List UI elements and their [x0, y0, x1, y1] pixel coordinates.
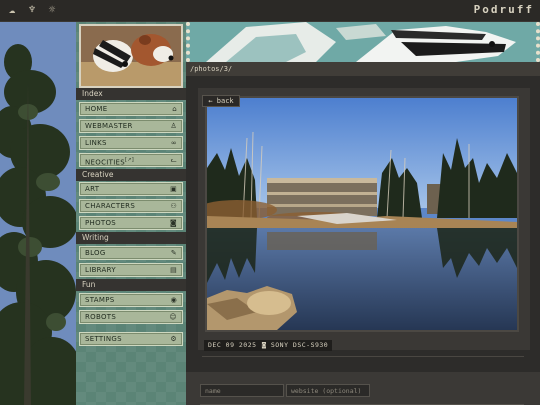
stamp-icon: ◉ — [170, 296, 177, 304]
quill-icon: ✎ — [170, 249, 177, 257]
section-creative: Creative — [76, 169, 186, 181]
banner-stamp — [186, 22, 540, 62]
nav-blog[interactable]: BLOG ✎ — [79, 246, 183, 260]
external-link-icon: [↗] — [125, 157, 135, 163]
nav-links-label: LINKS — [85, 139, 107, 147]
tree-illustration — [0, 22, 76, 405]
camera-info: ◙ SONY DSC-S930 — [258, 340, 333, 351]
back-button[interactable]: ← back — [202, 95, 240, 107]
camera-icon: ◙ — [169, 219, 177, 227]
tooth-icon[interactable]: ♆ — [26, 4, 38, 16]
lake-photo[interactable] — [205, 96, 519, 332]
nav-webmaster[interactable]: WEBMASTER ♙ — [79, 119, 183, 133]
nav-links[interactable]: LINKS ∞ — [79, 136, 183, 150]
home-icon: ⌂ — [172, 105, 177, 113]
people-icon: ⚇ — [170, 202, 177, 210]
nav-library[interactable]: LIBRARY ▤ — [79, 263, 183, 277]
avatar[interactable] — [79, 24, 183, 88]
nav-photos[interactable]: PHOTOS ◙ — [79, 216, 183, 230]
gear-icon: ⚙ — [170, 335, 177, 343]
image-icon: ▣ — [170, 185, 177, 193]
nav-library-label: LIBRARY — [85, 266, 116, 274]
nav-webmaster-label: WEBMASTER — [85, 122, 133, 130]
nav-robots-label: ROBOTS — [85, 313, 117, 321]
divider — [202, 356, 524, 357]
nav-neocities[interactable]: NEOCITIES[↗] ᓚ — [79, 153, 183, 167]
camera-icon: ◙ — [262, 341, 267, 349]
nav-home-label: HOME — [85, 105, 108, 113]
nav-home[interactable]: HOME ⌂ — [79, 102, 183, 116]
name-field[interactable] — [200, 384, 284, 397]
nav-stamps[interactable]: STAMPS ◉ — [79, 293, 183, 307]
nav-blog-label: BLOG — [85, 249, 106, 257]
main-content: /photos/3/ ← back DEC 09 2025 ◙ SONY DSC… — [186, 22, 540, 405]
robot-icon: ☺ — [169, 313, 177, 321]
nav-characters[interactable]: CHARACTERS ⚇ — [79, 199, 183, 213]
breadcrumb-path: /photos/3/ — [186, 62, 540, 76]
nav-art-label: ART — [85, 185, 100, 193]
website-field[interactable] — [286, 384, 370, 397]
cloud-icon[interactable]: ☁ — [6, 4, 18, 16]
section-fun: Fun — [76, 279, 186, 291]
link-icon: ∞ — [170, 139, 177, 147]
person-icon: ♙ — [170, 122, 177, 130]
nav-neocities-label: NEOCITIES — [85, 158, 126, 167]
cat-icon: ᓚ — [170, 156, 177, 164]
nav-photos-label: PHOTOS — [85, 219, 117, 227]
nav-settings[interactable]: SETTINGS ⚙ — [79, 332, 183, 346]
lake-scene — [207, 98, 517, 330]
nav-art[interactable]: ART ▣ — [79, 182, 183, 196]
top-bar: ☁ ♆ ☼ Podruff — [0, 0, 540, 22]
nav-settings-label: SETTINGS — [85, 335, 122, 343]
camera-model: SONY DSC-S930 — [270, 341, 329, 349]
sun-icon[interactable]: ☼ — [46, 4, 58, 16]
sidebar: Index HOME ⌂ WEBMASTER ♙ LINKS ∞ NEOCITI… — [76, 22, 186, 405]
section-index: Index — [76, 88, 186, 100]
background-tree-photo — [0, 22, 76, 405]
section-writing: Writing — [76, 232, 186, 244]
nav-robots[interactable]: ROBOTS ☺ — [79, 310, 183, 324]
comment-form — [186, 372, 540, 405]
stamp-perforation — [186, 22, 540, 62]
badgers-photo — [81, 26, 181, 86]
nav-stamps-label: STAMPS — [85, 296, 115, 304]
book-icon: ▤ — [170, 266, 177, 274]
nav-characters-label: CHARACTERS — [85, 202, 136, 210]
site-title[interactable]: Podruff — [474, 3, 534, 16]
photo-date: DEC 09 2025 — [204, 340, 261, 351]
